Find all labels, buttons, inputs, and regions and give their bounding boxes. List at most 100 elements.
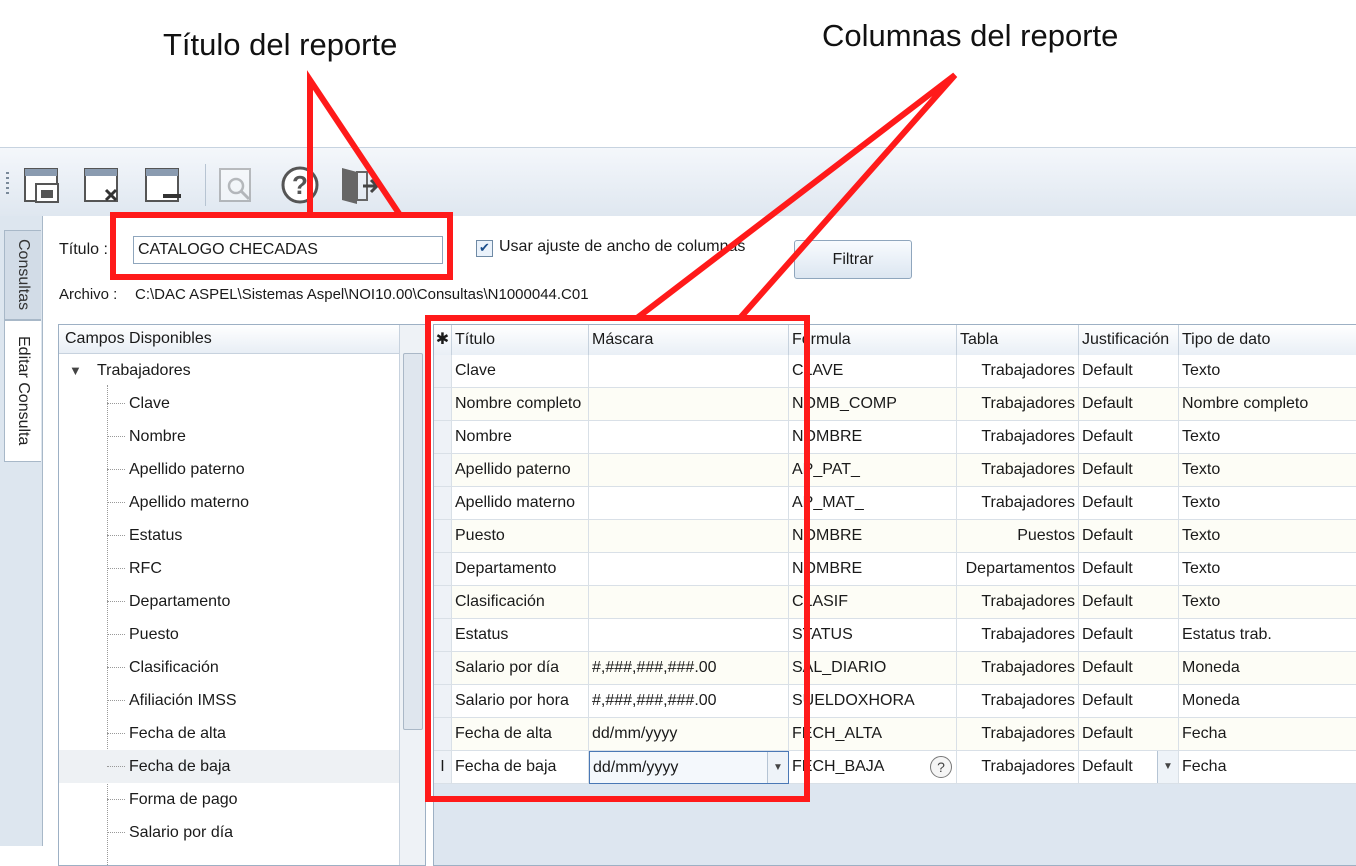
table-cell[interactable]: Nombre <box>452 421 589 454</box>
tree-item[interactable]: Puesto <box>59 618 399 651</box>
table-cell[interactable]: Estatus <box>452 619 589 652</box>
tree-item[interactable]: Estatus <box>59 519 399 552</box>
table-cell[interactable]: Texto <box>1179 520 1356 553</box>
table-cell[interactable]: Salario por hora <box>452 685 589 718</box>
ajuste-label[interactable]: Usar ajuste de ancho de columnas <box>499 238 745 256</box>
table-cell[interactable]: Estatus trab. <box>1179 619 1356 652</box>
row-selector[interactable] <box>434 553 452 586</box>
column-header[interactable]: Título <box>452 325 589 355</box>
row-selector[interactable] <box>434 487 452 520</box>
table-cell[interactable]: Texto <box>1179 553 1356 586</box>
help-icon[interactable]: ? <box>279 164 321 206</box>
table-cell[interactable]: Default <box>1079 586 1179 619</box>
tree-item[interactable]: Apellido materno <box>59 486 399 519</box>
table-cell[interactable]: Texto <box>1179 454 1356 487</box>
table-cell[interactable]: Default <box>1079 421 1179 454</box>
table-cell[interactable]: Default <box>1079 520 1179 553</box>
table-cell[interactable]: Default <box>1079 487 1179 520</box>
table-cell[interactable]: CLASIF <box>789 586 957 619</box>
table-row[interactable]: Clave CLAVE Trabajadores Default Texto <box>434 355 1356 388</box>
row-selector[interactable] <box>434 454 452 487</box>
tree-item[interactable]: Departamento <box>59 585 399 618</box>
table-cell[interactable]: Default <box>1079 652 1179 685</box>
table-cell[interactable]: CLAVE <box>789 355 957 388</box>
table-cell[interactable]: #,###,###,###.00 <box>589 652 789 685</box>
tree-root-trabajadores[interactable]: ▼ Trabajadores <box>59 357 191 385</box>
table-cell[interactable] <box>589 520 789 553</box>
table-cell[interactable]: Trabajadores <box>957 619 1079 652</box>
table-cell[interactable]: Texto <box>1179 586 1356 619</box>
table-row[interactable]: Departamento NOMBRE Departamentos Default Te… <box>434 553 1356 586</box>
table-cell[interactable]: Texto <box>1179 487 1356 520</box>
row-selector[interactable] <box>434 388 452 421</box>
table-cell[interactable]: AP_MAT_ <box>789 487 957 520</box>
table-cell[interactable]: dd/mm/yyyy ▼ <box>589 751 789 784</box>
table-cell[interactable]: SAL_DIARIO <box>789 652 957 685</box>
tree-item[interactable]: Fecha de alta <box>59 717 399 750</box>
dropdown-arrow-icon[interactable]: ▼ <box>767 752 788 783</box>
tree-item[interactable]: Clasificación <box>59 651 399 684</box>
table-cell[interactable]: Default <box>1079 553 1179 586</box>
tree-item[interactable]: Afiliación IMSS <box>59 684 399 717</box>
column-header[interactable]: Máscara <box>589 325 789 355</box>
table-cell[interactable]: #,###,###,###.00 <box>589 685 789 718</box>
table-cell[interactable]: Default <box>1079 619 1179 652</box>
table-cell[interactable]: STATUS <box>789 619 957 652</box>
table-cell[interactable]: Clave <box>452 355 589 388</box>
table-cell[interactable]: NOMBRE <box>789 520 957 553</box>
row-selector[interactable]: I <box>434 751 452 784</box>
table-row[interactable]: Estatus STATUS Trabajadores Default Estatus … <box>434 619 1356 652</box>
row-selector[interactable] <box>434 685 452 718</box>
table-row[interactable]: Apellido materno AP_MAT_ Trabajadores Defau… <box>434 487 1356 520</box>
tab-editar-consulta[interactable]: Editar Consulta <box>4 320 41 462</box>
chevron-down-icon[interactable]: ▼ <box>69 357 82 385</box>
table-cell[interactable]: Moneda <box>1179 685 1356 718</box>
table-cell[interactable]: Trabajadores <box>957 454 1079 487</box>
table-cell[interactable]: Fecha de baja <box>452 751 589 784</box>
row-selector[interactable] <box>434 355 452 388</box>
table-cell[interactable]: Trabajadores <box>957 355 1079 388</box>
tree-scrollbar[interactable] <box>399 325 425 865</box>
column-header[interactable]: Justificación <box>1079 325 1179 355</box>
table-row[interactable]: Salario por día #,###,###,###.00 SAL_DIARI… <box>434 652 1356 685</box>
table-cell[interactable] <box>589 454 789 487</box>
titulo-input[interactable]: CATALOGO CHECADAS <box>133 236 443 264</box>
table-cell[interactable]: Apellido paterno <box>452 454 589 487</box>
table-cell[interactable]: Default ▼ <box>1079 751 1179 784</box>
tree-item[interactable]: RFC <box>59 552 399 585</box>
table-cell[interactable]: Trabajadores <box>957 652 1079 685</box>
table-cell[interactable]: NOMB_COMP <box>789 388 957 421</box>
row-selector[interactable] <box>434 619 452 652</box>
table-cell[interactable]: Moneda <box>1179 652 1356 685</box>
table-cell[interactable]: Departamento <box>452 553 589 586</box>
table-cell[interactable]: NOMBRE <box>789 553 957 586</box>
table-row[interactable]: Clasificación CLASIF Trabajadores Default Te… <box>434 586 1356 619</box>
table-cell[interactable]: Salario por día <box>452 652 589 685</box>
table-cell[interactable]: Default <box>1079 718 1179 751</box>
table-cell[interactable]: Fecha <box>1179 718 1356 751</box>
column-header[interactable]: Formula <box>789 325 957 355</box>
table-cell[interactable]: Default <box>1079 355 1179 388</box>
save-icon[interactable] <box>22 164 64 206</box>
table-cell[interactable]: Trabajadores <box>957 421 1079 454</box>
table-cell[interactable]: Puesto <box>452 520 589 553</box>
table-cell[interactable]: Default <box>1079 454 1179 487</box>
table-cell[interactable]: dd/mm/yyyy <box>589 718 789 751</box>
row-selector[interactable] <box>434 421 452 454</box>
formula-help-icon[interactable]: ? <box>930 756 952 778</box>
row-selector[interactable] <box>434 652 452 685</box>
table-cell[interactable] <box>589 487 789 520</box>
table-cell[interactable]: Nombre completo <box>1179 388 1356 421</box>
tree-scroll-thumb[interactable] <box>403 353 423 730</box>
table-cell[interactable]: Trabajadores <box>957 751 1079 784</box>
table-cell[interactable]: Texto <box>1179 421 1356 454</box>
table-cell[interactable] <box>589 421 789 454</box>
table-row[interactable]: Puesto NOMBRE Puestos Default Texto <box>434 520 1356 553</box>
table-row[interactable]: I Fecha de baja dd/mm/yyyy ▼ FECH_BAJA? Traba… <box>434 751 1356 784</box>
table-cell[interactable]: Trabajadores <box>957 718 1079 751</box>
table-cell[interactable]: Departamentos <box>957 553 1079 586</box>
table-cell[interactable]: Fecha <box>1179 751 1356 784</box>
table-cell[interactable]: Clasificación <box>452 586 589 619</box>
tree-item[interactable]: Apellido paterno <box>59 453 399 486</box>
table-cell[interactable]: Trabajadores <box>957 487 1079 520</box>
